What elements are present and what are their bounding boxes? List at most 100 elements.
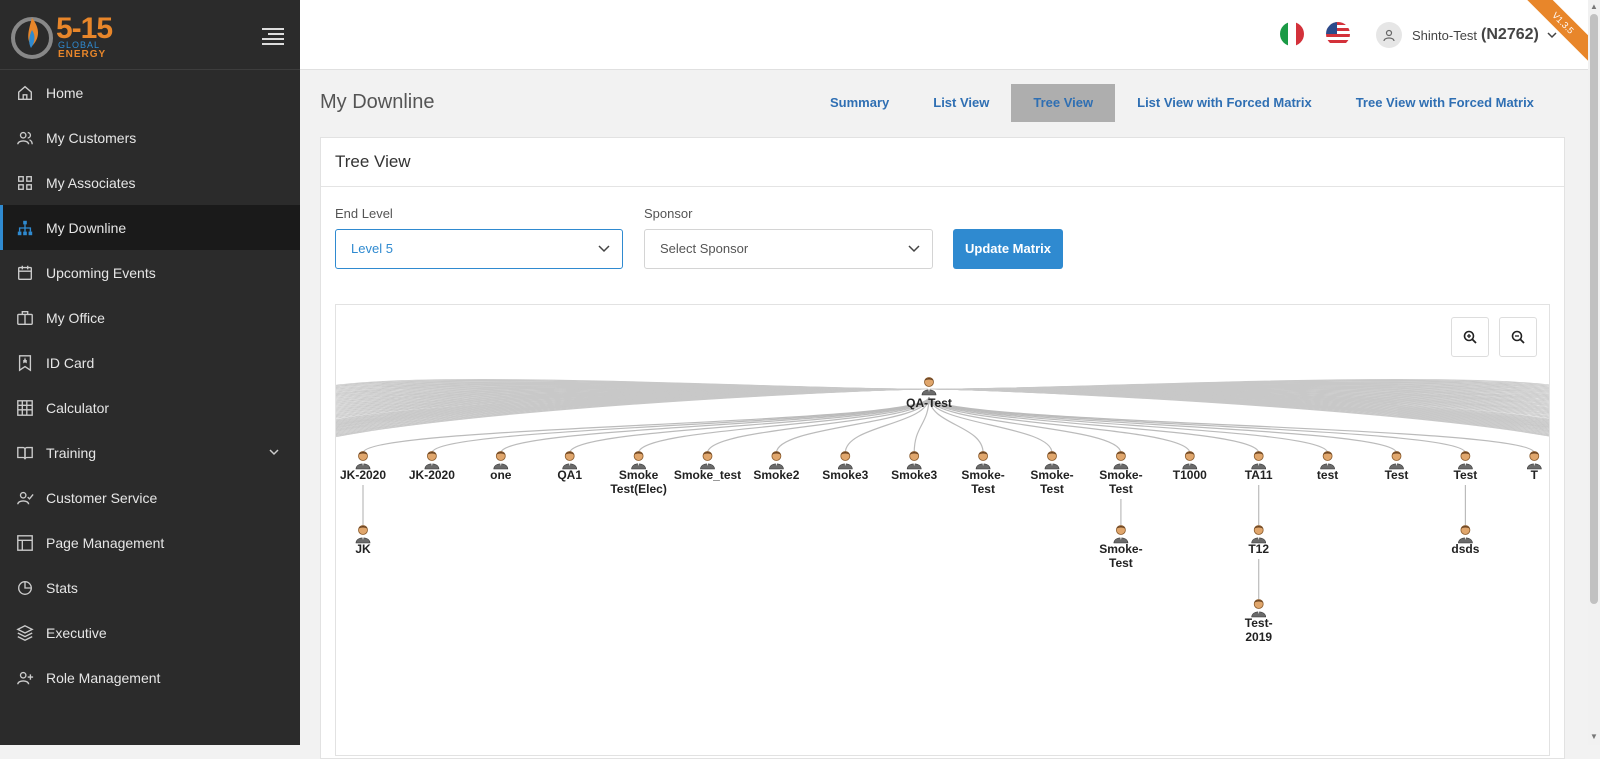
- update-matrix-button[interactable]: Update Matrix: [953, 229, 1063, 269]
- tree-node-label: 2019: [1245, 630, 1272, 644]
- view-tabs: Summary List View Tree View List View wi…: [808, 84, 1556, 122]
- tree-panel[interactable]: QA-Test JK-2020 JK JK-2020 one QA1 Smoke Test(E…: [335, 304, 1550, 756]
- sidebar-item-executive[interactable]: Executive: [0, 610, 300, 655]
- sidebar-item-label: My Downline: [46, 219, 127, 236]
- person-node-icon: [921, 377, 937, 396]
- book-icon: [16, 444, 34, 462]
- person-node-icon: [355, 451, 371, 470]
- tab-tree-view[interactable]: Tree View: [1011, 84, 1116, 122]
- chevron-down-icon: [908, 245, 920, 253]
- hierarchy-icon: [16, 219, 34, 237]
- tree-node-label: JK-2020: [409, 468, 455, 482]
- sidebar-item-customer-service[interactable]: Customer Service: [0, 475, 300, 520]
- tree-node-label: Smoke-: [1030, 468, 1073, 482]
- tree-link: [928, 396, 1260, 454]
- scroll-thumb[interactable]: [1590, 14, 1598, 604]
- users-icon: [16, 129, 34, 147]
- menu-toggle-icon[interactable]: [262, 28, 284, 45]
- sidebar-item-upcoming-events[interactable]: Upcoming Events: [0, 250, 300, 295]
- tab-summary[interactable]: Summary: [808, 84, 911, 122]
- user-check-icon: [16, 489, 34, 507]
- person-node-icon: [631, 451, 646, 470]
- tab-tree-view-forced-matrix[interactable]: Tree View with Forced Matrix: [1334, 84, 1556, 122]
- briefcase-icon: [16, 309, 34, 327]
- sidebar-item-my-associates[interactable]: My Associates: [0, 160, 300, 205]
- tree-node-label: T1000: [1173, 468, 1207, 482]
- person-node-icon: [1458, 525, 1473, 544]
- pie-chart-icon: [16, 579, 34, 597]
- tree-node-label: test: [1317, 468, 1338, 482]
- home-icon: [16, 84, 34, 102]
- sidebar-item-my-customers[interactable]: My Customers: [0, 115, 300, 160]
- usa-flag-icon[interactable]: [1326, 22, 1350, 46]
- user-menu[interactable]: Shinto-Test (N2762): [1376, 22, 1557, 48]
- sidebar: 5-15 GLOBAL ENERGY Home My Customers My …: [0, 0, 300, 745]
- sidebar-item-calculator[interactable]: Calculator: [0, 385, 300, 430]
- sidebar-item-home[interactable]: Home: [0, 70, 300, 115]
- person-node-icon: [1182, 451, 1198, 470]
- sidebar-item-label: Role Management: [46, 669, 161, 686]
- user-icon: [1383, 29, 1395, 42]
- tree-node-label: Smoke: [619, 468, 659, 482]
- sidebar-item-label: My Customers: [46, 129, 137, 146]
- sidebar-item-page-management[interactable]: Page Management: [0, 520, 300, 565]
- tree-node-label: Smoke-: [1099, 468, 1142, 482]
- tree-node-label: dsds: [1451, 542, 1479, 556]
- sidebar-item-label: Page Management: [46, 534, 165, 551]
- company-logo[interactable]: 5-15 GLOBAL ENERGY: [10, 10, 120, 60]
- layers-icon: [16, 624, 34, 642]
- zoom-in-button[interactable]: [1451, 317, 1489, 357]
- person-node-icon: [837, 451, 853, 470]
- zoom-out-icon: [1511, 330, 1525, 344]
- person-node-icon: [1113, 451, 1129, 470]
- sidebar-item-id-card[interactable]: ID Card: [0, 340, 300, 385]
- tree-node-label: Test(Elec): [610, 482, 666, 496]
- person-node-icon: [355, 525, 371, 544]
- chevron-down-icon: [1547, 32, 1557, 39]
- sidebar-item-label: Upcoming Events: [46, 264, 156, 281]
- zoom-out-button[interactable]: [1499, 317, 1537, 357]
- tree-node-label: QA1: [557, 468, 582, 482]
- sidebar-item-my-office[interactable]: My Office: [0, 295, 300, 340]
- logo-sub-text-2: ENERGY: [58, 49, 107, 60]
- sidebar-item-role-management[interactable]: Role Management: [0, 655, 300, 700]
- page-scrollbar[interactable]: ▲ ▼: [1588, 0, 1600, 745]
- logo-bar: 5-15 GLOBAL ENERGY: [0, 0, 300, 70]
- tree-link: [706, 396, 930, 454]
- scroll-down-icon[interactable]: ▼: [1590, 732, 1598, 741]
- person-node-icon: [1389, 451, 1404, 470]
- tree-node-label: T: [1531, 468, 1539, 482]
- tree-view-card: Tree View End Level Level 5 Sponsor Sele…: [320, 137, 1565, 759]
- tree-node-label: Test: [1109, 556, 1133, 570]
- tab-list-view-forced-matrix[interactable]: List View with Forced Matrix: [1115, 84, 1334, 122]
- tree-node-label: Smoke_test: [674, 468, 741, 482]
- chevron-down-icon: [269, 449, 279, 456]
- tree-node-label: JK-2020: [340, 468, 386, 482]
- italy-flag-icon[interactable]: [1280, 22, 1304, 46]
- downline-tree-graph[interactable]: QA-Test JK-2020 JK JK-2020 one QA1 SmokeTest(E…: [336, 305, 1549, 755]
- sidebar-item-training[interactable]: Training: [0, 430, 300, 475]
- person-node-icon: [700, 451, 715, 470]
- sidebar-item-label: Training: [46, 444, 97, 461]
- sidebar-item-label: Stats: [46, 579, 78, 596]
- sidebar-item-my-downline[interactable]: My Downline: [0, 205, 300, 250]
- avatar: [1376, 22, 1402, 48]
- page-title: My Downline: [320, 91, 435, 113]
- tab-list-view[interactable]: List View: [911, 84, 1011, 122]
- sponsor-select[interactable]: Select Sponsor: [644, 229, 933, 269]
- person-node-icon: [1251, 451, 1267, 470]
- tree-node-label: Smoke-: [1099, 542, 1142, 556]
- chevron-down-icon: [598, 245, 610, 253]
- sponsor-label: Sponsor: [644, 206, 693, 221]
- tree-node-label: Smoke2: [753, 468, 799, 482]
- user-name: Shinto-Test: [1412, 27, 1478, 43]
- person-node-icon: [1320, 451, 1335, 470]
- tree-node-label: Smoke-: [961, 468, 1004, 482]
- top-header: Shinto-Test (N2762) V1.3.5: [300, 0, 1600, 70]
- sidebar-item-stats[interactable]: Stats: [0, 565, 300, 610]
- end-level-select[interactable]: Level 5: [335, 229, 623, 269]
- tree-node-label: one: [490, 468, 512, 482]
- scroll-up-icon[interactable]: ▲: [1590, 2, 1598, 11]
- tree-node-label: Smoke3: [891, 468, 937, 482]
- layout-icon: [16, 534, 34, 552]
